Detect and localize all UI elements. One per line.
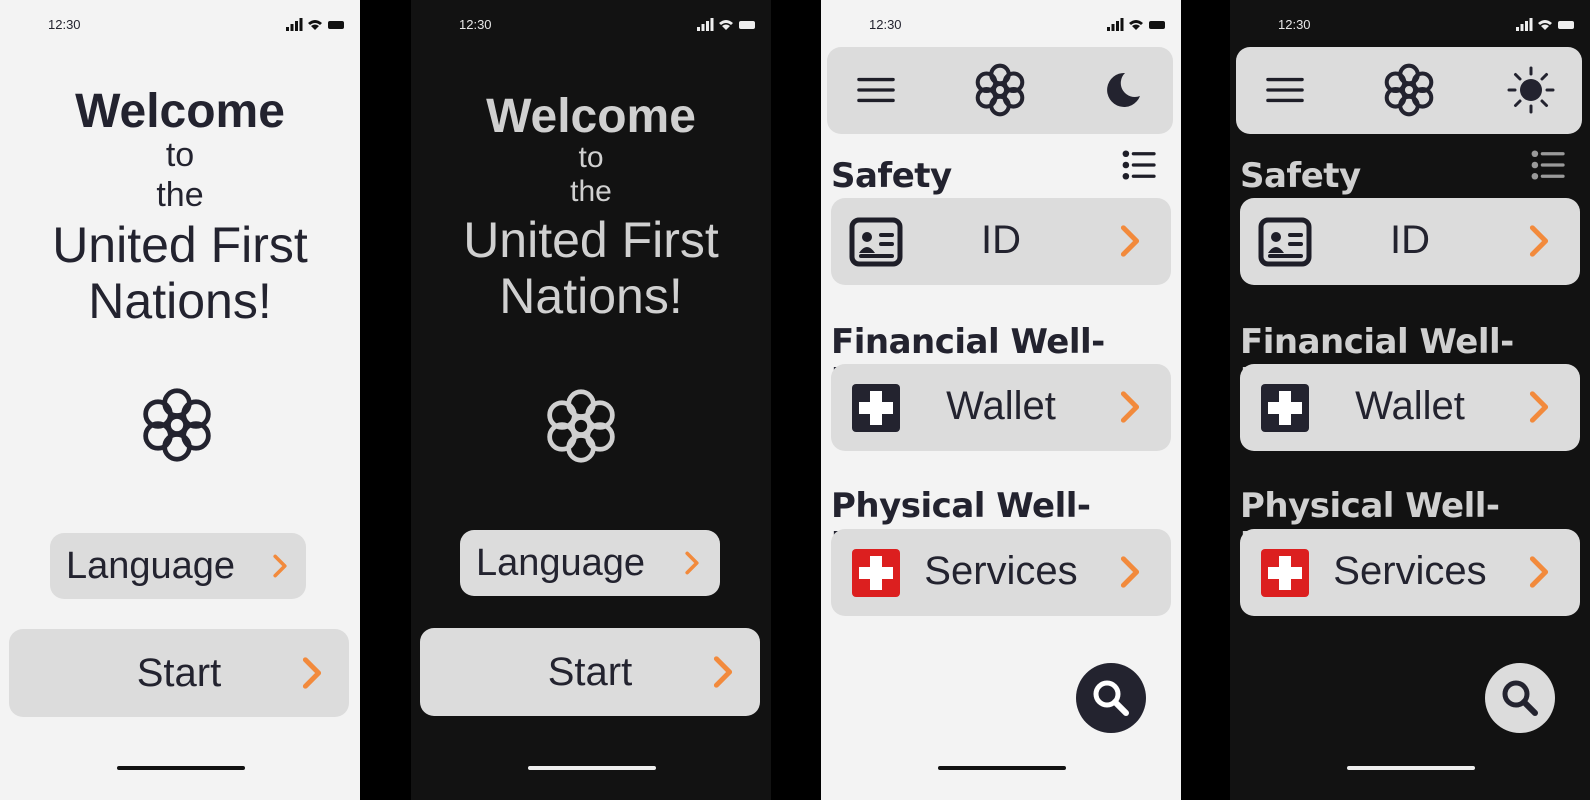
home-screen-dark: 12:30 Safety ID Financial Well- Wallet P… [1230,0,1590,800]
status-time: 12:30 [869,17,902,32]
sun-icon[interactable] [1506,65,1556,115]
status-icons [697,18,755,31]
welcome-screen-dark: 12:30 Welcome to the United First Nation… [411,0,771,800]
language-label: Language [66,545,236,587]
status-icons [286,18,344,31]
welcome-line: United First [463,212,719,268]
status-bar: 12:30 [821,0,1181,50]
welcome-line: the [570,175,612,208]
chevron-right-icon [1120,391,1140,423]
card-label: ID [1390,218,1430,262]
top-app-bar [1236,47,1582,134]
status-icons [1516,18,1574,31]
welcome-line: Welcome [75,85,285,138]
welcome-line: United First [52,217,308,273]
chevron-right-icon [1529,556,1549,588]
card-label: Services [1333,549,1487,593]
top-app-bar [827,47,1173,134]
search-icon [1502,680,1538,716]
language-button[interactable]: Language [460,530,720,596]
chevron-right-icon [685,551,699,575]
hamburger-menu-icon[interactable] [857,75,895,105]
language-label: Language [476,542,646,584]
status-bar: 12:30 [411,0,771,50]
welcome-heading: Welcome to the United First Nations! [0,85,360,329]
services-card-button[interactable]: Services [1240,529,1580,616]
welcome-line: to [578,141,604,174]
services-card-button[interactable]: Services [831,529,1171,616]
search-button[interactable] [1076,663,1146,733]
search-icon [1093,680,1129,716]
flower-logo-icon [1384,63,1434,117]
home-indicator [117,766,245,770]
wallet-card-button[interactable]: Wallet [831,364,1171,451]
list-view-icon[interactable] [1531,150,1565,180]
wallet-card-button[interactable]: Wallet [1240,364,1580,451]
home-indicator [528,766,656,770]
flower-logo-icon [547,389,615,463]
start-button[interactable]: Start [420,628,760,716]
status-time: 12:30 [1278,17,1311,32]
id-card-button[interactable]: ID [1240,198,1580,285]
chevron-right-icon [1529,225,1549,257]
card-label: ID [981,218,1021,262]
welcome-line: Nations! [88,273,272,329]
chevron-right-icon [1120,556,1140,588]
chevron-right-icon [273,554,287,578]
welcome-line: to [165,136,195,174]
flower-logo-icon [143,388,211,462]
welcome-heading: Welcome to the United First Nations! [411,90,771,324]
status-time: 12:30 [48,17,81,32]
flower-logo-icon [975,63,1025,117]
card-label: Wallet [1355,384,1465,428]
status-time: 12:30 [459,17,492,32]
home-indicator [938,766,1066,770]
language-button[interactable]: Language [50,533,306,599]
welcome-line: the [156,176,204,214]
status-bar: 12:30 [0,0,360,50]
chevron-right-icon [302,657,322,689]
status-bar: 12:30 [1230,0,1590,50]
start-label: Start [547,650,633,694]
list-view-icon[interactable] [1122,150,1156,180]
welcome-line: Nations! [499,268,683,324]
search-button[interactable] [1485,663,1555,733]
hamburger-menu-icon[interactable] [1266,75,1304,105]
welcome-line: Welcome [486,90,696,143]
start-label: Start [136,651,222,695]
chevron-right-icon [713,656,733,688]
moon-icon[interactable] [1103,70,1143,110]
home-screen-light: 12:30 Safety ID Financial Well- Wallet P… [821,0,1181,800]
section-title-safety: Safety [831,156,952,196]
welcome-screen-light: 12:30 Welcome to the United First Nation… [0,0,360,800]
start-button[interactable]: Start [9,629,349,717]
id-card-button[interactable]: ID [831,198,1171,285]
card-label: Services [924,549,1078,593]
status-icons [1107,18,1165,31]
card-label: Wallet [946,384,1056,428]
section-title-safety: Safety [1240,156,1361,196]
chevron-right-icon [1529,391,1549,423]
chevron-right-icon [1120,225,1140,257]
home-indicator [1347,766,1475,770]
